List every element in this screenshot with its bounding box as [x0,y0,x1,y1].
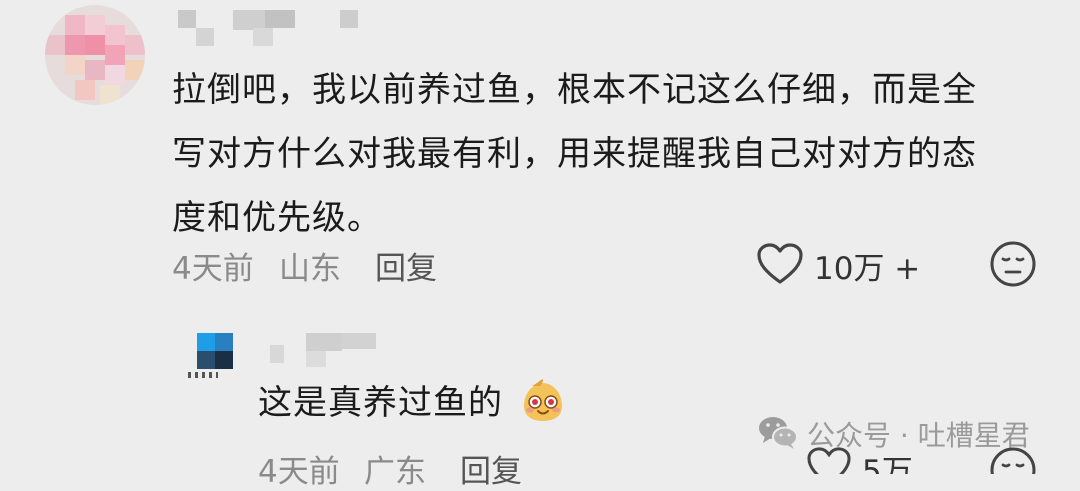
avatar[interactable] [45,5,145,105]
heart-outline-icon [807,447,851,474]
comment-location: 山东 [279,251,341,287]
reply-reply-button[interactable]: 回复 [460,446,522,491]
like-button[interactable]: 10万 + [756,238,936,290]
heart-outline-icon [757,243,803,284]
reply-username[interactable] [270,333,380,369]
happy-emoji-icon [524,379,562,421]
comment-line: 拉倒吧，我以前养过鱼，根本不记这么仔细，而是全 [172,70,977,110]
comment-text: 拉倒吧，我以前养过鱼，根本不记这么仔细，而是全 写对方什么对我最有利，用来提醒我… [172,58,1052,250]
neutral-face-icon[interactable] [989,446,1037,474]
reply-text: 这是真养过鱼的 [258,378,503,428]
comment-line: 写对方什么对我最有利，用来提醒我自己对对方的态 [172,134,977,174]
username[interactable] [178,8,368,48]
wechat-icon [759,417,798,449]
neutral-face-icon[interactable] [989,240,1037,288]
reply-button[interactable]: 回复 [375,243,437,288]
reply-avatar[interactable] [197,333,233,369]
reply-like-count: 5万 [862,454,913,474]
reply-location: 广东 [364,454,426,490]
reply-like-button[interactable]: 5万 [806,446,936,474]
reply-time: 4天前 [258,454,340,490]
avatar-dots [188,372,218,378]
reply-text-content: 这是真养过鱼的 [258,383,503,423]
like-count: 10万 + [814,251,921,287]
comment-time: 4天前 [172,251,254,287]
